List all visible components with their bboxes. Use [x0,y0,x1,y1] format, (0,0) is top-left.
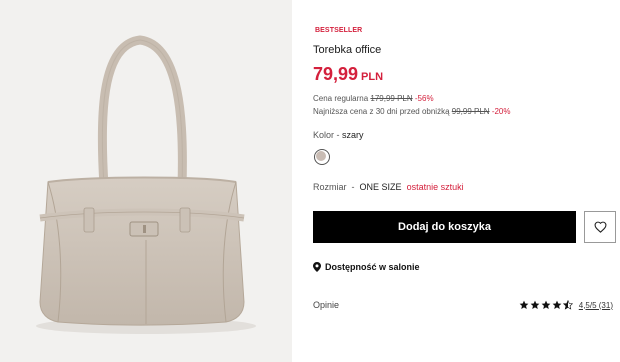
rating-text[interactable]: 4,5/5 (31) [579,301,613,310]
rating-summary[interactable]: 4,5/5 (31) [519,300,613,310]
product-title: Torebka office [313,44,382,56]
color-swatch-szary[interactable] [314,149,330,165]
price-amount: 79,99 [313,64,359,84]
regular-price-value: 179,99 PLN [370,94,413,103]
wishlist-button[interactable] [584,211,616,243]
star-icon [530,300,540,309]
regular-discount: -56% [414,94,434,103]
location-pin-icon [313,262,321,272]
product-info-panel: BESTSELLER Torebka office 79,99 PLN Cena … [313,0,616,362]
color-separator: - [336,130,340,140]
regular-price-line: Cena regularna 179,99 PLN -56% [313,94,434,103]
regular-price-label: Cena regularna [313,94,369,103]
add-to-cart-button[interactable]: Dodaj do koszyka [313,211,576,243]
star-rating [519,300,573,310]
bestseller-badge: BESTSELLER [315,27,363,34]
star-icon [541,300,551,309]
lowest-discount: -20% [491,107,511,116]
star-icon [519,300,529,309]
low-stock-note: ostatnie sztuki [406,182,464,192]
reviews-label: Opinie [313,300,340,310]
half-star-icon [562,300,573,310]
store-availability-label: Dostępność w salonie [325,262,420,272]
handbag-illustration [36,35,256,334]
lowest-price-line: Najniższa cena z 30 dni przed obniżką 99… [313,107,511,116]
product-image [0,0,292,362]
swatch-fill [316,151,326,161]
lowest-price-value: 99,99 PLN [451,107,490,116]
color-value: szary [342,130,364,140]
lowest-price-label: Najniższa cena z 30 dni przed obniżką [313,107,450,116]
size-value[interactable]: ONE SIZE [360,182,402,192]
size-separator: - [351,182,355,192]
price-currency: PLN [361,71,384,83]
size-row: Rozmiar - ONE SIZE ostatnie sztuki [313,182,464,192]
store-availability-link[interactable]: Dostępność w salonie [313,262,420,272]
size-label: Rozmiar [313,182,347,192]
heart-icon [594,221,606,233]
color-label: Kolor [313,130,335,140]
star-icon [552,300,562,309]
current-price: 79,99 PLN [313,64,383,85]
color-selector-label: Kolor - szary [313,130,364,140]
